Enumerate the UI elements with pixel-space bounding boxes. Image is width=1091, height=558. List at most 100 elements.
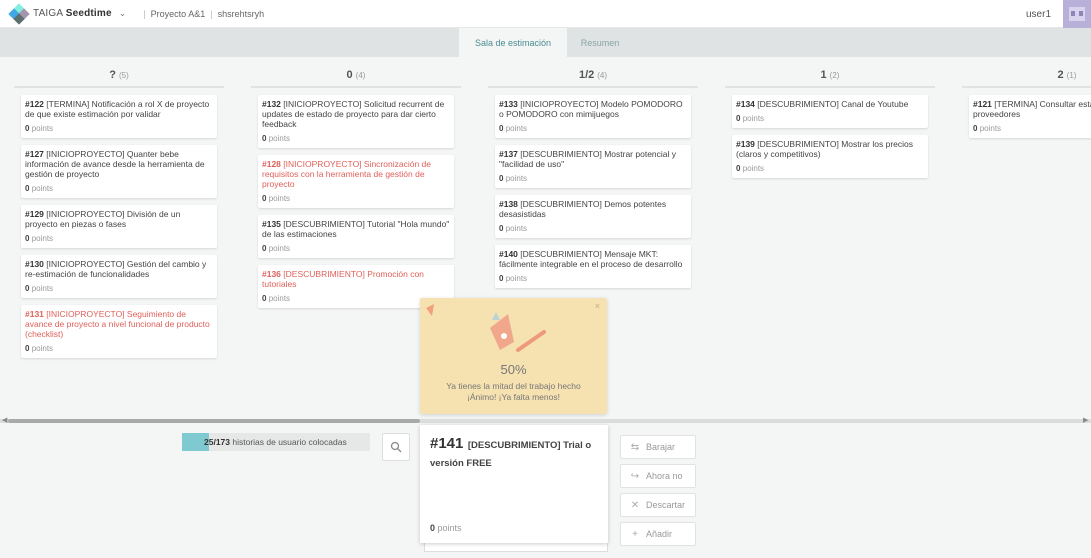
breadcrumb-session[interactable]: shsrehtsryh bbox=[218, 9, 265, 19]
story-card[interactable]: #138 [DESCUBRIMIENTO] Demos potentes des… bbox=[495, 195, 691, 238]
story-title-text: [DESCUBRIMIENTO] Tutorial "Hola mundo" d… bbox=[262, 219, 450, 239]
story-title: #137 [DESCUBRIMIENTO] Mostrar potencial … bbox=[499, 149, 687, 169]
close-icon: ✕ bbox=[630, 499, 640, 511]
taiga-logo-icon bbox=[8, 2, 30, 25]
story-points: 0 points bbox=[25, 234, 213, 243]
breadcrumb-project[interactable]: Proyecto A&1 bbox=[151, 9, 206, 19]
story-ref: #132 bbox=[262, 99, 281, 109]
story-card[interactable]: #134 [DESCUBRIMIENTO] Canal de Youtube 0 … bbox=[732, 95, 928, 128]
story-title: #121 [TERMINA] Consultar estado de curso… bbox=[973, 99, 1091, 119]
story-points: 0 points bbox=[25, 124, 213, 133]
story-points: 0 points bbox=[25, 344, 213, 353]
story-points-label: points bbox=[268, 134, 291, 143]
column-label: ? bbox=[109, 69, 116, 81]
story-points-label: points bbox=[979, 124, 1002, 133]
story-card[interactable]: #139 [DESCUBRIMIENTO] Mostrar los precio… bbox=[732, 135, 928, 178]
brand-light: TAIGA bbox=[33, 8, 63, 19]
story-points: 0 points bbox=[25, 284, 213, 293]
story-card[interactable]: #129 [INICIOPROYECTO] División de un pro… bbox=[21, 205, 217, 248]
story-points: 0 points bbox=[736, 164, 924, 173]
avatar[interactable] bbox=[1063, 0, 1091, 28]
story-title: #139 [DESCUBRIMIENTO] Mostrar los precio… bbox=[736, 139, 924, 159]
story-points-label: points bbox=[505, 274, 528, 283]
column-1[interactable]: 1 (2) #134 [DESCUBRIMIENTO] Canal de Youtu… bbox=[725, 69, 935, 178]
story-points-label: points bbox=[31, 184, 54, 193]
scroll-right-icon[interactable]: ▶ bbox=[1083, 416, 1088, 424]
column-unknown[interactable]: ? (5) #122 [TERMINA] Notificación a rol X … bbox=[14, 69, 224, 358]
story-card[interactable]: #127 [INICIOPROYECTO] Quanter bebe infor… bbox=[21, 145, 217, 198]
story-ref: #140 bbox=[499, 249, 518, 259]
current-story-ref: #141 bbox=[430, 435, 464, 452]
story-points-value: 0 bbox=[25, 184, 30, 193]
story-title: #132 [INICIOPROYECTO] Solicitud recurren… bbox=[262, 99, 450, 129]
progress-text: 25/173 historias de usuario colocadas bbox=[204, 437, 347, 447]
story-title-text: [DESCUBRIMIENTO] Mensaje MKT: fácilmente… bbox=[499, 249, 683, 269]
horizontal-scrollbar[interactable] bbox=[0, 419, 1091, 423]
logo[interactable]: TAIGA Seedtime ⌄ bbox=[8, 2, 127, 25]
story-ref: #139 bbox=[736, 139, 755, 149]
story-title-text: [DESCUBRIMIENTO] Mostrar potencial y "fa… bbox=[499, 149, 677, 169]
column-header: ? (5) bbox=[14, 69, 224, 88]
story-points-value: 0 bbox=[25, 234, 30, 243]
story-card[interactable]: #121 [TERMINA] Consultar estado de curso… bbox=[969, 95, 1091, 138]
discard-label: Descartar bbox=[646, 500, 686, 510]
story-card[interactable]: #135 [DESCUBRIMIENTO] Tutorial "Hola mun… bbox=[258, 215, 454, 258]
story-title-text: [INICIOPROYECTO] Solicitud recurrent de … bbox=[262, 99, 445, 129]
not-now-label: Ahora no bbox=[646, 471, 683, 481]
column-half[interactable]: 1/2 (4) #133 [INICIOPROYECTO] Modelo POMOD… bbox=[488, 69, 698, 288]
story-card[interactable]: #132 [INICIOPROYECTO] Solicitud recurren… bbox=[258, 95, 454, 148]
story-card[interactable]: #137 [DESCUBRIMIENTO] Mostrar potencial … bbox=[495, 145, 691, 188]
shuffle-icon: ⇆ bbox=[630, 441, 640, 453]
story-points-label: points bbox=[742, 114, 765, 123]
scroll-left-icon[interactable]: ◀ bbox=[2, 416, 7, 424]
story-points-label: points bbox=[505, 174, 528, 183]
not-now-button[interactable]: ↪ Ahora no bbox=[620, 464, 696, 488]
search-button[interactable] bbox=[382, 433, 410, 461]
chevron-down-icon[interactable]: ⌄ bbox=[119, 8, 127, 19]
column-0[interactable]: 0 (4) #132 [INICIOPROYECTO] Solicitud recu… bbox=[251, 69, 461, 308]
add-button[interactable]: + Añadir bbox=[620, 522, 696, 546]
story-card[interactable]: #130 [INICIOPROYECTO] Gestión del cambio… bbox=[21, 255, 217, 298]
story-title-text: [INICIOPROYECTO] Gestión del cambio y re… bbox=[25, 259, 207, 279]
story-points-label: points bbox=[742, 164, 765, 173]
tab-summary[interactable]: Resumen bbox=[567, 28, 633, 57]
story-points-value: 0 bbox=[262, 194, 267, 203]
story-card[interactable]: #140 [DESCUBRIMIENTO] Mensaje MKT: fácil… bbox=[495, 245, 691, 288]
current-story-points-value: 0 bbox=[430, 523, 436, 533]
top-bar: TAIGA Seedtime ⌄ | Proyecto A&1 | shsreh… bbox=[0, 0, 1091, 28]
shuffle-button[interactable]: ⇆ Barajar bbox=[620, 435, 696, 459]
story-card[interactable]: #122 [TERMINA] Notificación a rol X de p… bbox=[21, 95, 217, 138]
story-card[interactable]: #128 [INICIOPROYECTO] Sincronización de … bbox=[258, 155, 454, 208]
story-card[interactable]: #133 [INICIOPROYECTO] Modelo POMODORO o … bbox=[495, 95, 691, 138]
story-points-label: points bbox=[268, 244, 291, 253]
column-2[interactable]: 2(1) #121 [TERMINA] Consultar estado de c… bbox=[962, 69, 1091, 138]
story-points-value: 0 bbox=[262, 244, 267, 253]
shuffle-label: Barajar bbox=[646, 442, 676, 452]
story-card[interactable]: #131 [INICIOPROYECTO] Seguimiento de ava… bbox=[21, 305, 217, 358]
story-title-text: [DESCUBRIMIENTO] Mostrar los precios (cl… bbox=[736, 139, 914, 159]
column-header: 1/2 (4) bbox=[488, 69, 698, 88]
tab-bar: Sala de estimación Resumen bbox=[0, 28, 1091, 57]
story-points-value: 0 bbox=[262, 294, 267, 303]
scrollbar-thumb[interactable] bbox=[8, 419, 420, 423]
story-points-label: points bbox=[505, 124, 528, 133]
story-title: #128 [INICIOPROYECTO] Sincronización de … bbox=[262, 159, 450, 189]
current-story-card[interactable]: #141 [DESCUBRIMIENTO] Trial o versión FR… bbox=[420, 425, 608, 543]
breadcrumb: | Proyecto A&1 | shsrehtsryh bbox=[143, 8, 265, 19]
column-label: 1/2 bbox=[578, 69, 595, 81]
column-label: 0 bbox=[346, 69, 353, 81]
user-name[interactable]: user1 bbox=[1026, 9, 1051, 20]
story-points-label: points bbox=[268, 294, 291, 303]
story-points-value: 0 bbox=[736, 114, 741, 123]
column-header: 0 (4) bbox=[251, 69, 461, 88]
story-points: 0 points bbox=[499, 224, 687, 233]
story-title: #127 [INICIOPROYECTO] Quanter bebe infor… bbox=[25, 149, 213, 179]
story-ref: #127 bbox=[25, 149, 44, 159]
story-points-value: 0 bbox=[25, 124, 30, 133]
story-title-text: [DESCUBRIMIENTO] Promoción con tutoriale… bbox=[262, 269, 424, 289]
tab-estimation-room[interactable]: Sala de estimación bbox=[459, 28, 567, 57]
story-points-value: 0 bbox=[499, 224, 504, 233]
story-points-value: 0 bbox=[499, 174, 504, 183]
story-title: #133 [INICIOPROYECTO] Modelo POMODORO o … bbox=[499, 99, 687, 119]
discard-button[interactable]: ✕ Descartar bbox=[620, 493, 696, 517]
